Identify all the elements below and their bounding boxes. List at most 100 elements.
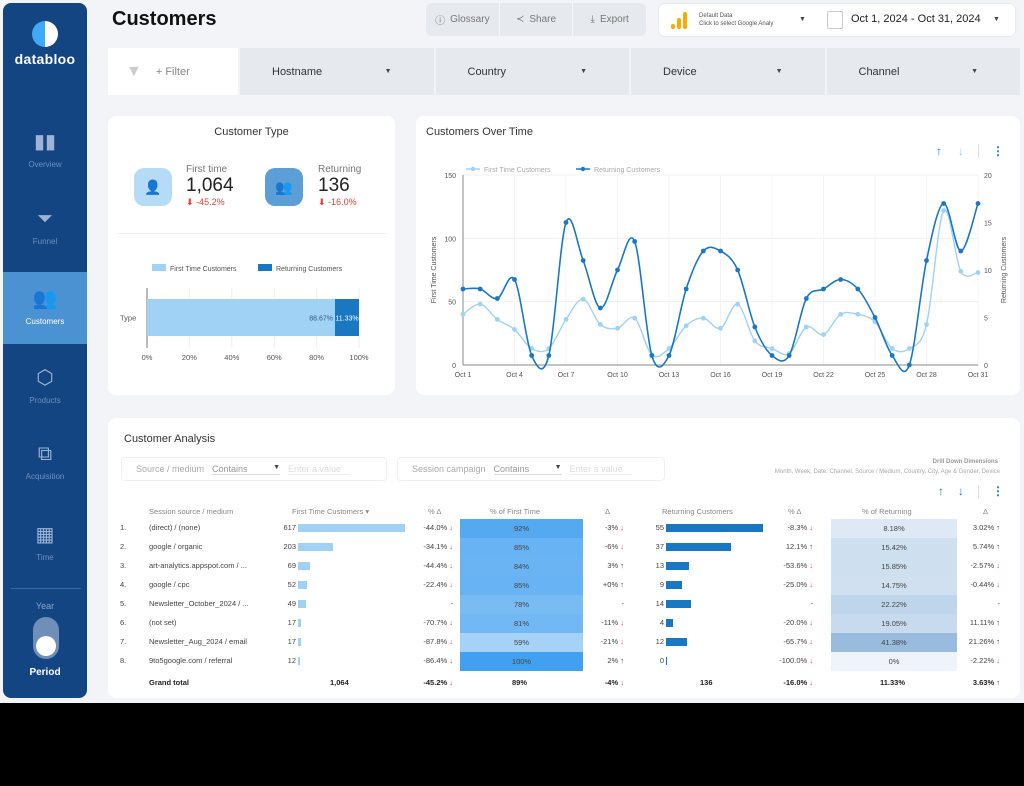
- export-label: Export: [599, 14, 629, 25]
- delta-value: 5.74%: [972, 542, 995, 551]
- google-analytics-icon: [671, 12, 687, 29]
- data-point-first-time: [512, 327, 517, 332]
- column-header[interactable]: Returning Customers: [662, 507, 733, 516]
- grand-total-label: Grand total: [149, 678, 190, 687]
- returning-value: 55: [655, 523, 664, 532]
- column-header[interactable]: Δ: [983, 507, 988, 516]
- y-tick-label: 100: [444, 236, 456, 243]
- session-campaign-input[interactable]: Enter a value: [569, 464, 632, 475]
- toggle-label-year: Year: [35, 601, 55, 611]
- operator-select[interactable]: Contains ▼: [212, 464, 281, 475]
- column-header[interactable]: % Δ: [428, 507, 441, 516]
- down-arrow-icon: ↓: [807, 523, 813, 532]
- pct-of-first-time-cell: 84%: [460, 557, 583, 576]
- row-number: 8.: [120, 656, 127, 665]
- first-time-bar: [298, 543, 334, 551]
- sort-ascending-icon[interactable]: ↑: [938, 484, 944, 498]
- y2-tick-label: 5: [984, 316, 988, 323]
- operator-value: Contains: [493, 463, 530, 474]
- hierarchy-icon: ⧉: [37, 443, 53, 465]
- device-dropdown[interactable]: Device ▼: [629, 48, 825, 95]
- hostname-dropdown[interactable]: Hostname ▼: [238, 48, 434, 95]
- first-time-bar: [298, 524, 405, 532]
- source-medium: 9to5google.com / referral: [149, 656, 233, 665]
- first-time-pct-change: -70.7% ↓: [423, 618, 453, 627]
- sidebar-item-overview[interactable]: ▮▮ Overview: [3, 115, 87, 187]
- pct-of-returning-change: -2.22% ↓: [970, 656, 1000, 665]
- datasource-selector[interactable]: Default Data Click to select Google Analy: [699, 12, 773, 28]
- data-point-returning: [546, 353, 552, 358]
- legend-swatch-returning: [258, 264, 272, 271]
- column-header[interactable]: Δ: [605, 507, 610, 516]
- grand-total-rt-change: -16.0% ↓: [783, 678, 813, 687]
- data-point-returning: [769, 353, 775, 358]
- more-options-icon[interactable]: ⋮: [992, 484, 1004, 498]
- delta-value: -70.7%: [423, 618, 448, 627]
- sidebar-item-customers[interactable]: 👥 Customers: [3, 272, 87, 344]
- data-point-returning: [975, 201, 981, 206]
- pct-of-returning-cell: 19.05%: [831, 614, 957, 633]
- year-period-toggle[interactable]: [33, 617, 59, 659]
- column-header[interactable]: First Time Customers ▾: [292, 507, 369, 516]
- pct-of-first-time-change: -: [622, 599, 625, 608]
- column-header[interactable]: % of Returning: [862, 507, 912, 516]
- first-time-bar: [298, 657, 301, 665]
- drill-down-dimensions: Month, Week, Date, Channel, Source / Med…: [774, 469, 1000, 475]
- data-point-first-time: [838, 311, 844, 317]
- x-tick-label: Oct 7: [558, 372, 575, 379]
- sort-descending-icon[interactable]: ↓: [958, 484, 964, 498]
- x-tick-label: Oct 4: [506, 372, 523, 379]
- date-caret-icon[interactable]: ▼: [993, 16, 1000, 23]
- share-button[interactable]: ≺ Share: [500, 3, 574, 36]
- grand-total-d2: 3.63% ↑: [973, 678, 1000, 687]
- databloo-logo[interactable]: databloo: [3, 21, 87, 67]
- source-medium-input[interactable]: Enter a value: [288, 464, 351, 475]
- grand-total-first-time: 1,064: [330, 678, 349, 687]
- x-tick-label: 100%: [349, 353, 369, 362]
- data-point-returning: [958, 248, 964, 254]
- column-header[interactable]: Session source / medium: [149, 507, 233, 516]
- sidebar-item-acquisition[interactable]: ⧉ Acquisition: [3, 429, 87, 501]
- toggle-knob[interactable]: [36, 636, 56, 656]
- kpi-value: 1,064: [186, 175, 234, 196]
- returning-pct-change: -65.7% ↓: [783, 637, 813, 646]
- column-header[interactable]: % of First Time: [490, 507, 540, 516]
- first-time-pct-change: -44.0% ↓: [423, 523, 453, 532]
- export-button[interactable]: ⤓ Export: [573, 3, 646, 36]
- glossary-button[interactable]: ⓘ Glossary: [426, 3, 500, 36]
- sidebar-item-time[interactable]: ▦ Time: [3, 508, 87, 580]
- returning-bar: [666, 524, 763, 532]
- x-tick-label: Oct 16: [710, 372, 731, 379]
- channel-dropdown[interactable]: Channel ▼: [824, 48, 1020, 95]
- add-filter-button[interactable]: ▼ + Filter: [108, 48, 238, 95]
- sidebar-item-funnel[interactable]: ⏷ Funnel: [3, 194, 87, 266]
- x-tick-label: Oct 13: [659, 372, 680, 379]
- sidebar-item-products[interactable]: ⬡ Products: [3, 351, 87, 423]
- down-arrow-icon: ↓: [447, 561, 453, 570]
- calendar-icon: [827, 11, 843, 29]
- data-point-returning: [563, 220, 569, 225]
- returning-pct-change: -: [811, 599, 814, 608]
- data-point-returning: [460, 286, 466, 292]
- source-medium: Newsletter_Aug_2024 / email: [149, 637, 247, 646]
- delta-value: -2.57%: [970, 561, 995, 570]
- delta-value: -2.22%: [970, 656, 995, 665]
- sidebar-item-label: Overview: [28, 160, 62, 169]
- pct-of-returning-change: -: [998, 599, 1001, 608]
- filter-label: Source / medium: [136, 464, 205, 474]
- data-point-first-time: [718, 325, 723, 331]
- down-arrow-icon: ↓: [807, 637, 813, 646]
- datasource-title: Default Data: [699, 13, 733, 19]
- operator-select[interactable]: Contains ▼: [493, 463, 562, 475]
- date-range-picker[interactable]: Oct 1, 2024 - Oct 31, 2024: [851, 13, 981, 25]
- datasource-caret-icon[interactable]: ▼: [799, 16, 806, 23]
- pct-of-returning-cell: 22.22%: [831, 595, 957, 614]
- delta-value: -34.1%: [423, 542, 448, 551]
- pct-of-first-time-change: 2% ↑: [607, 656, 624, 665]
- delta-value: +0%: [602, 580, 619, 589]
- column-header[interactable]: % Δ: [788, 507, 801, 516]
- data-point-returning: [529, 353, 535, 358]
- data-point-returning: [941, 201, 947, 206]
- country-dropdown[interactable]: Country ▼: [433, 48, 629, 95]
- delta-value: -21%: [600, 637, 619, 646]
